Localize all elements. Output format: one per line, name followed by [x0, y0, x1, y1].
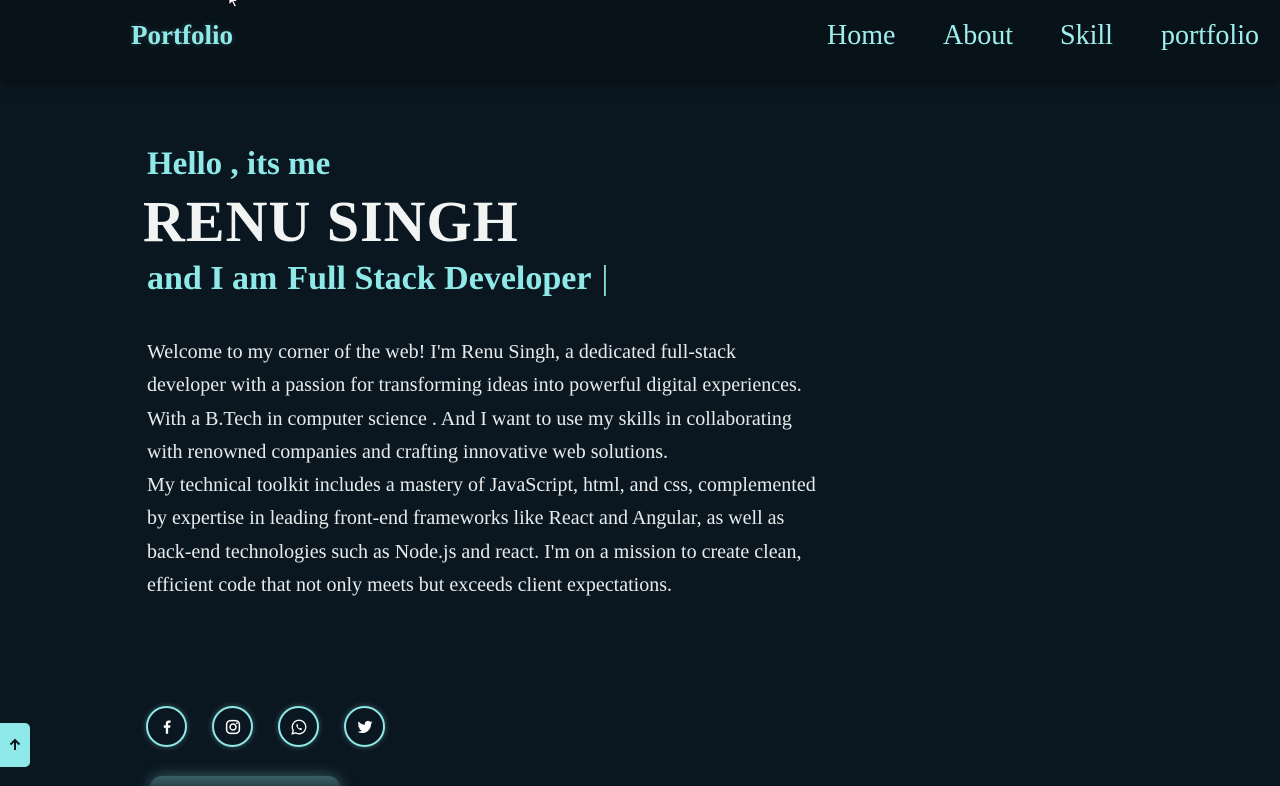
hero-greeting: Hello , its me — [147, 146, 331, 182]
whatsapp-button[interactable] — [278, 706, 319, 747]
hero-description: Welcome to my corner of the web! I'm Ren… — [147, 336, 817, 602]
portfolio-page: Portfolio Home About Skill portfolio Hel… — [0, 0, 1280, 786]
main-nav: Home About Skill portfolio — [0, 20, 1280, 60]
hero-role-line: and I am Full Stack Developer | — [147, 260, 608, 298]
typing-caret: | — [601, 260, 609, 297]
nav-link-skill[interactable]: Skill — [1060, 20, 1113, 52]
site-header: Portfolio Home About Skill portfolio — [0, 0, 1280, 80]
whatsapp-icon — [290, 719, 306, 735]
description-paragraph-1: Welcome to my corner of the web! I'm Ren… — [147, 341, 802, 463]
nav-link-home[interactable]: Home — [827, 20, 895, 52]
arrow-up-icon — [9, 738, 21, 750]
instagram-icon — [225, 719, 240, 734]
nav-link-about[interactable]: About — [943, 20, 1013, 52]
cta-button-partial[interactable] — [150, 776, 340, 786]
instagram-button[interactable] — [212, 706, 253, 747]
scroll-to-top-button[interactable] — [0, 723, 30, 767]
nav-link-portfolio[interactable]: portfolio — [1161, 20, 1259, 52]
twitter-icon — [357, 720, 372, 733]
hero-name: RENU SINGH — [143, 189, 519, 254]
role-text: Full Stack Developer — [287, 260, 592, 297]
facebook-icon — [163, 719, 171, 734]
mouse-cursor-icon — [228, 0, 240, 8]
description-paragraph-2: My technical toolkit includes a mastery … — [147, 474, 816, 597]
facebook-button[interactable] — [146, 706, 187, 747]
twitter-button[interactable] — [344, 706, 385, 747]
role-prefix: and I am — [147, 260, 278, 297]
